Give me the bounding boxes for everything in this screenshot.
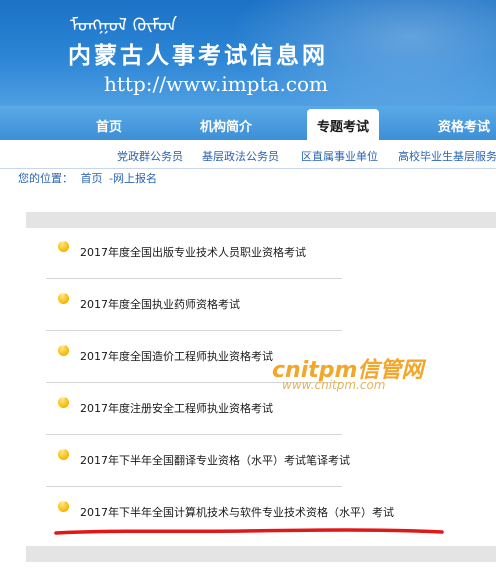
breadcrumb-home[interactable]: 首页 bbox=[81, 172, 103, 185]
subnav-grassroots-law-civil-servant[interactable]: 基层政法公务员 bbox=[202, 148, 279, 164]
breadcrumb-prefix: 您的位置： bbox=[18, 172, 73, 185]
exam-link[interactable]: 2017年下半年全国计算机技术与软件专业技术资格（水平）考试 bbox=[80, 504, 394, 520]
breadcrumb-current: -网上报名 bbox=[109, 172, 157, 185]
list-item[interactable]: 2017年度全国执业药师资格考试 bbox=[46, 278, 342, 331]
header-banner: ᠮᠣᠩᠭᠣᠯ ᠬᠦᠮᠦᠨ 内蒙古人事考试信息网 http://www.impta… bbox=[0, 0, 496, 106]
mongolian-title: ᠮᠣᠩᠭᠣᠯ ᠬᠦᠮᠦᠨ bbox=[70, 15, 178, 36]
site-url[interactable]: http://www.impta.com bbox=[104, 72, 328, 96]
watermark: cnitpm信管网 www.cnitpm.com bbox=[272, 352, 423, 392]
main-nav: 首页 机构简介 专题考试 资格考试 bbox=[0, 106, 496, 140]
exam-link[interactable]: 2017年度全国执业药师资格考试 bbox=[80, 296, 240, 312]
list-item[interactable]: 2017年度全国出版专业技术人员职业资格考试 bbox=[46, 226, 342, 279]
subnav-public-institutions[interactable]: 区直属事业单位 bbox=[301, 148, 378, 164]
red-underline-annotation bbox=[54, 528, 444, 535]
nav-qualification-exams[interactable]: 资格考试 bbox=[438, 116, 490, 135]
arrow-bullet-icon bbox=[58, 341, 69, 356]
exam-link[interactable]: 2017年度全国出版专业技术人员职业资格考试 bbox=[80, 244, 306, 260]
nav-about[interactable]: 机构简介 bbox=[200, 116, 252, 135]
exam-link[interactable]: 2017年下半年全国翻译专业资格（水平）考试笔译考试 bbox=[80, 452, 350, 468]
arrow-bullet-icon bbox=[58, 289, 69, 304]
nav-home[interactable]: 首页 bbox=[96, 116, 122, 135]
exam-link[interactable]: 2017年度注册安全工程师执业资格考试 bbox=[80, 400, 273, 416]
arrow-bullet-icon bbox=[58, 237, 69, 252]
nav-special-exams[interactable]: 专题考试 bbox=[307, 109, 380, 140]
sub-nav: 党政群公务员 基层政法公务员 区直属事业单位 高校毕业生基层服务 bbox=[0, 140, 496, 169]
exam-link[interactable]: 2017年度全国造价工程师执业资格考试 bbox=[80, 348, 273, 364]
list-item[interactable]: 2017年下半年全国翻译专业资格（水平）考试笔译考试 bbox=[46, 434, 350, 487]
arrow-bullet-icon bbox=[58, 393, 69, 408]
watermark-url: www.cnitpm.com bbox=[282, 378, 386, 392]
subnav-graduate-grassroots[interactable]: 高校毕业生基层服务 bbox=[398, 148, 496, 164]
breadcrumb: 您的位置： 首页 -网上报名 bbox=[18, 170, 157, 186]
site-title: 内蒙古人事考试信息网 bbox=[68, 43, 328, 69]
content-bottom-bar bbox=[26, 546, 496, 562]
arrow-bullet-icon bbox=[58, 445, 69, 460]
subnav-party-civil-servant[interactable]: 党政群公务员 bbox=[117, 148, 183, 164]
arrow-bullet-icon bbox=[58, 497, 69, 512]
